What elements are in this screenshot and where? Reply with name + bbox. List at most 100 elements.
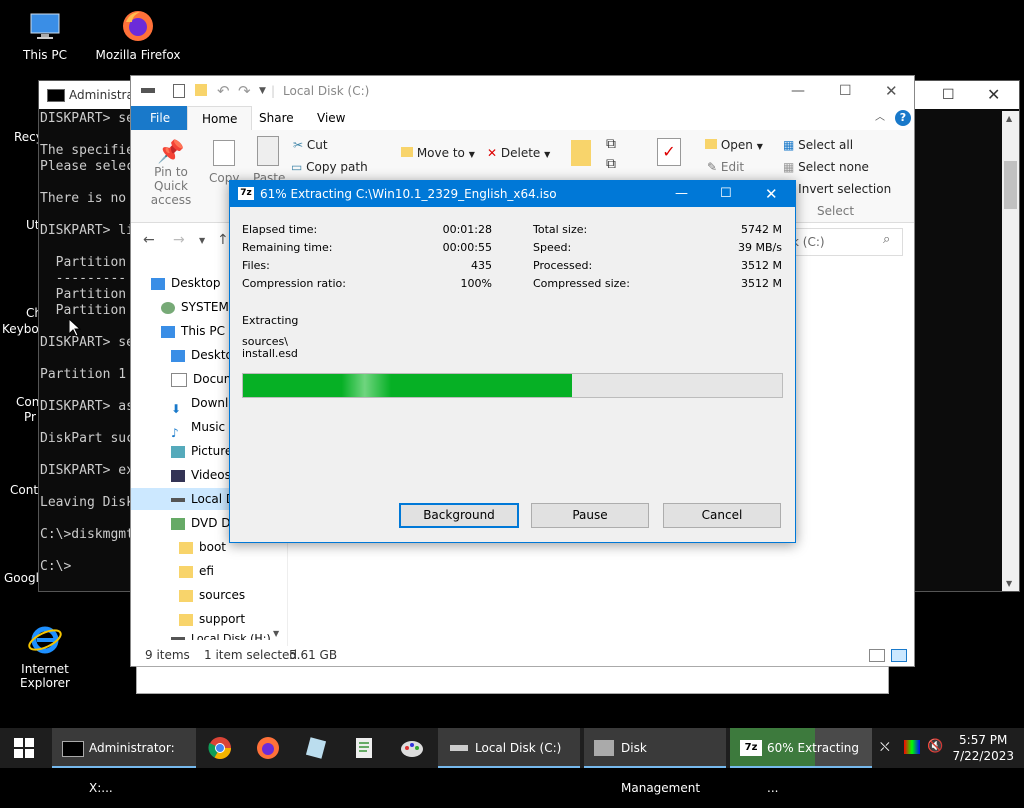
taskbar-item-cmd[interactable]: Administrator: X:... [52, 728, 196, 795]
nav-scroll-down-icon[interactable]: ▼ [273, 629, 279, 638]
select-none-button[interactable]: ▦ Select none [783, 160, 869, 174]
paste-button[interactable]: Paste [253, 136, 285, 185]
select-all-button[interactable]: ▦ Select all [783, 138, 853, 152]
edit-button[interactable]: ✎ Edit [707, 160, 744, 174]
paint-icon[interactable] [400, 736, 424, 760]
explorer-titlebar[interactable]: ↶ ↷ ▼ | Local Disk (C:) — ☐ ✕ [131, 76, 914, 106]
properties-qa-icon[interactable] [173, 84, 185, 98]
new-folder-qa-icon[interactable] [195, 84, 207, 96]
close-icon[interactable]: ✕ [765, 181, 778, 207]
scroll-up-icon[interactable]: ▲ [1006, 114, 1012, 123]
collapse-ribbon-icon[interactable]: ︿ [875, 108, 885, 123]
pause-button[interactable]: Pause [531, 503, 649, 528]
forward-arrow-icon[interactable]: → [173, 232, 185, 248]
redo-icon[interactable]: ↷ [238, 76, 251, 106]
pin-quick-access-button[interactable]: 📌 Pin to Quick access [139, 140, 203, 207]
new-folder-button[interactable] [571, 140, 591, 166]
maximize-icon[interactable]: ☐ [942, 81, 955, 109]
nav-item-folder-boot[interactable]: boot [179, 536, 226, 558]
invert-selection-button[interactable]: ▦ Invert selection [783, 182, 891, 196]
explorer-title: Local Disk (C:) [283, 84, 370, 98]
new-item-icon[interactable]: ⧉ [606, 136, 616, 152]
minimize-icon[interactable]: — [791, 76, 805, 106]
scroll-thumb[interactable] [1004, 161, 1017, 209]
help-icon[interactable]: ? [895, 110, 911, 126]
dialog-titlebar[interactable]: 7z 61% Extracting C:\Win10.1_2329_Englis… [230, 181, 795, 207]
nav-item-desktop[interactable]: Desktop [151, 272, 221, 294]
copy-path-button[interactable]: ▭ Copy path [291, 160, 368, 174]
search-box[interactable]: k (C:) ⌕ [786, 228, 903, 256]
taskbar-item-explorer[interactable]: Local Disk (C:) [438, 728, 580, 768]
network-icon[interactable]: ⛌ [880, 740, 890, 755]
nav-item-videos[interactable]: Videos [171, 464, 231, 486]
nav-item-downloads[interactable]: ⬇ Downlo [171, 392, 236, 416]
display-icon[interactable] [904, 740, 920, 754]
desktop-icon-this-pc[interactable]: This PC [0, 8, 90, 62]
nav-item-local-disk-h[interactable]: Local Disk (H:) [171, 628, 271, 640]
open-button[interactable]: Open ▼ [705, 138, 763, 152]
firefox-icon[interactable] [256, 736, 280, 760]
maximize-icon[interactable]: ☐ [839, 76, 852, 106]
up-arrow-icon[interactable]: ↑ [217, 232, 229, 248]
clipboard-icon [257, 136, 279, 166]
delete-button[interactable]: ✕ Delete ▼ [487, 146, 550, 160]
elapsed-time-value: 00:01:28 [442, 223, 492, 236]
cmd-title: Administra [69, 88, 134, 102]
nav-item-desktop-sub[interactable]: Deskto [171, 344, 233, 366]
close-icon[interactable]: ✕ [885, 76, 898, 106]
speed-label: Speed: [533, 241, 572, 254]
nav-item-this-pc[interactable]: This PC [161, 320, 225, 342]
scroll-down-icon[interactable]: ▼ [1006, 579, 1012, 588]
chrome-icon[interactable] [208, 736, 232, 760]
folder-icon [401, 147, 413, 157]
folder-icon [179, 613, 193, 626]
tab-share[interactable]: Share [245, 106, 308, 130]
cut-button[interactable]: ✂ Cut [293, 138, 328, 152]
scissors-icon: ✂ [293, 138, 304, 152]
back-arrow-icon[interactable]: ← [143, 232, 155, 248]
desktop-icon-internet-explorer[interactable]: Internet Explorer [0, 622, 90, 690]
properties-button[interactable]: ✓ [657, 138, 681, 166]
download-arrow-icon: ⬇ [171, 401, 182, 416]
copy-button[interactable]: Copy [209, 140, 239, 185]
nav-item-music[interactable]: ♪ Music [171, 416, 225, 440]
volume-muted-icon[interactable]: 🔇 [927, 739, 943, 754]
nav-item-system[interactable]: SYSTEM [161, 296, 229, 318]
clock[interactable]: 5:57 PM 7/22/2023 [952, 732, 1014, 764]
undo-icon[interactable]: ↶ [217, 76, 230, 106]
nav-item-documents[interactable]: Docum [171, 368, 235, 390]
extract-progress-dialog[interactable]: 7z 61% Extracting C:\Win10.1_2329_Englis… [229, 180, 796, 543]
taskbar-item-disk-management[interactable]: Disk Management [584, 728, 726, 795]
cancel-button[interactable]: Cancel [663, 503, 781, 528]
nav-item-folder-efi[interactable]: efi [179, 560, 214, 582]
move-to-button[interactable]: Move to ▼ [401, 146, 475, 160]
search-icon: ⌕ [883, 232, 891, 247]
taskbar-item-7zip[interactable]: 7z 60% Extracting ... [730, 728, 872, 795]
nav-item-dvd-drive[interactable]: DVD Dr [171, 512, 235, 534]
desktop-icon-firefox[interactable]: Mozilla Firefox [93, 8, 183, 62]
tab-file[interactable]: File [131, 106, 190, 130]
notepad-plus-icon[interactable] [304, 736, 328, 760]
large-icons-view-icon[interactable] [891, 649, 907, 662]
cmd-scrollbar[interactable]: ▲ ▼ [1002, 111, 1019, 591]
nav-item-folder-sources[interactable]: sources [179, 584, 245, 606]
minimize-icon[interactable]: — [675, 181, 688, 207]
maximize-icon[interactable]: ☐ [720, 181, 732, 207]
close-icon[interactable]: ✕ [987, 81, 1000, 109]
recent-locations-icon[interactable]: ▼ [199, 236, 205, 245]
start-button[interactable] [0, 728, 48, 768]
nav-item-pictures[interactable]: Picture [171, 440, 232, 462]
ribbon-group-select: Select [817, 204, 855, 218]
desktop-icon [151, 277, 165, 290]
select-all-icon: ▦ [783, 138, 795, 152]
copy-icon [213, 140, 235, 166]
editor-icon[interactable] [352, 736, 376, 760]
tab-home[interactable]: Home [187, 106, 253, 131]
tab-view[interactable]: View [303, 106, 359, 130]
nav-item-folder-support[interactable]: support [179, 608, 245, 630]
details-view-icon[interactable] [869, 649, 885, 662]
internet-explorer-icon [27, 622, 63, 658]
easy-access-icon[interactable]: ⧉ [606, 156, 616, 172]
qa-dropdown-icon[interactable]: ▼ [259, 76, 266, 106]
background-button[interactable]: Background [399, 503, 519, 528]
